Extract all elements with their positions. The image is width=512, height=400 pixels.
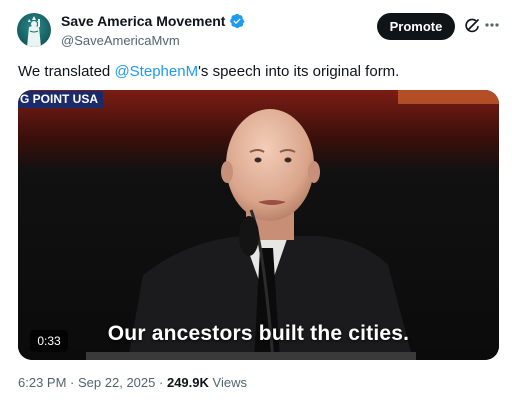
tweet-text-after: 's speech into its original form. [198,63,400,80]
tweet-meta: 6:23 PM · Sep 22, 2025 · 249.9K Views [18,375,247,390]
tweet-text-before: We translated [18,63,115,80]
video-duration-badge: 0:33 [30,330,68,352]
avatar[interactable] [17,13,51,47]
more-options-icon[interactable] [484,15,500,35]
video-player[interactable]: G POINT USA Our ancestors built the citi… [18,90,499,360]
tweet-date[interactable]: Sep 22, 2025 [78,375,155,390]
author-row: Save America Movement [61,13,245,29]
author-name[interactable]: Save America Movement [61,13,225,29]
views-label: Views [212,375,247,390]
video-caption: Our ancestors built the cities. [107,322,410,345]
statue-of-liberty-icon [27,16,41,47]
video-frame [18,90,499,360]
verified-badge-icon [230,13,245,29]
video-banner: G POINT USA [18,91,104,108]
mention-link[interactable]: @StephenM [114,63,198,80]
meta-separator-2: · [159,375,164,390]
grok-icon[interactable] [463,17,481,35]
promote-button[interactable]: Promote [377,13,455,40]
tweet-text: We translated @StephenM's speech into it… [18,62,399,82]
tweet-time[interactable]: 6:23 PM [18,375,66,390]
views-count[interactable]: 249.9K [167,375,209,390]
meta-separator-1: · [70,375,75,390]
author-handle[interactable]: @SaveAmericaMvm [61,33,180,48]
